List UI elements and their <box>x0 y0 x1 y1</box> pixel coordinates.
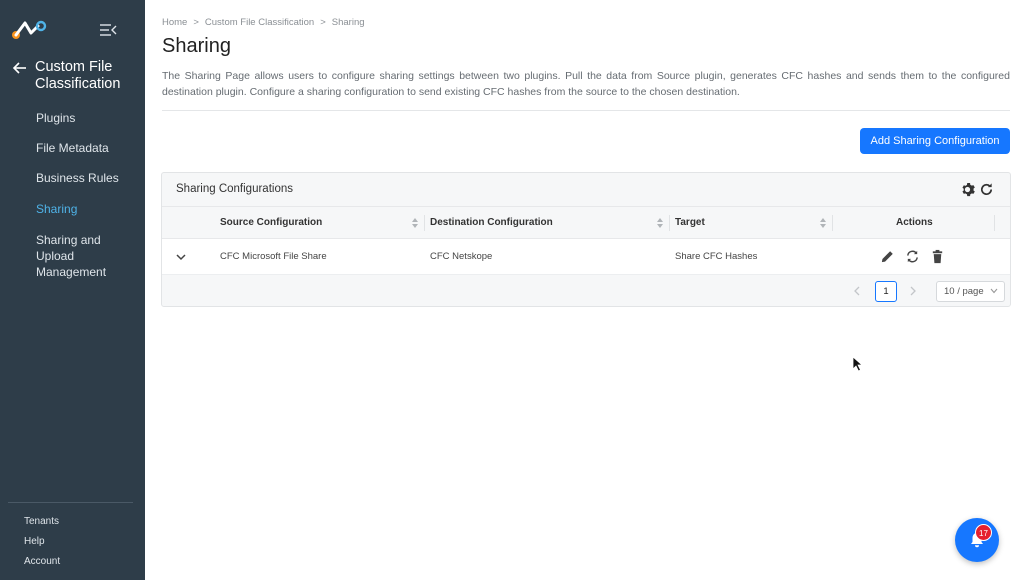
column-separator <box>669 215 670 231</box>
sidebar-item-account[interactable]: Account <box>24 556 60 567</box>
logo-icon[interactable] <box>11 18 47 42</box>
sidebar-item-sharing-upload-management[interactable]: Sharing and Upload Management <box>0 232 145 280</box>
table-row: CFC Microsoft File Share CFC Netskope Sh… <box>162 239 1010 275</box>
sidebar-item-plugins[interactable]: Plugins <box>0 110 75 126</box>
cell-source: CFC Microsoft File Share <box>220 251 327 262</box>
column-separator <box>994 215 995 231</box>
refresh-icon[interactable] <box>979 182 994 197</box>
add-sharing-configuration-button[interactable]: Add Sharing Configuration <box>860 128 1010 154</box>
breadcrumb-sharing: Sharing <box>331 17 365 28</box>
chevron-down-icon <box>990 288 998 294</box>
sort-icon[interactable] <box>411 217 419 229</box>
page-size-value: 10 / page <box>944 286 984 297</box>
notification-count-badge: 17 <box>975 524 992 541</box>
sidebar-item-sharing[interactable]: Sharing <box>0 201 77 217</box>
sidebar-item-tenants[interactable]: Tenants <box>24 516 59 527</box>
page-number-button[interactable]: 1 <box>875 281 897 302</box>
sharing-configurations-card: Sharing Configurations Source Configurat… <box>161 172 1011 307</box>
sidebar: Custom File Classification Plugins File … <box>0 0 145 580</box>
notifications-button[interactable] <box>955 518 999 562</box>
breadcrumb-custom-file-classification[interactable]: Custom File Classification <box>205 17 314 28</box>
gear-icon[interactable] <box>960 182 975 197</box>
column-separator <box>424 215 425 231</box>
sidebar-divider <box>8 502 133 503</box>
page-title: Sharing <box>162 35 231 57</box>
chevron-down-icon[interactable] <box>175 251 187 263</box>
table-header: Source Configuration Destination Configu… <box>162 206 1010 239</box>
column-header-destination[interactable]: Destination Configuration <box>430 217 553 228</box>
sync-icon[interactable] <box>905 249 920 264</box>
main-content: Home > Custom File Classification > Sharing … <box>145 0 1024 580</box>
sidebar-item-help[interactable]: Help <box>24 536 45 547</box>
page-description: The Sharing Page allows users to configu… <box>162 70 1010 98</box>
column-header-target[interactable]: Target <box>675 217 705 228</box>
mouse-cursor-icon <box>852 356 863 372</box>
cell-destination: CFC Netskope <box>430 251 493 262</box>
chevron-right-icon[interactable] <box>908 285 918 297</box>
breadcrumb: Home > Custom File Classification > Sharing <box>162 17 365 28</box>
pagination: 1 10 / page <box>162 275 1010 307</box>
breadcrumb-home[interactable]: Home <box>162 17 187 28</box>
divider <box>162 110 1010 111</box>
card-title: Sharing Configurations <box>176 183 293 195</box>
sort-icon[interactable] <box>819 217 827 229</box>
breadcrumb-separator: > <box>320 17 326 28</box>
breadcrumb-separator: > <box>193 17 199 28</box>
column-header-source[interactable]: Source Configuration <box>220 217 322 228</box>
column-header-actions: Actions <box>896 217 933 228</box>
chevron-left-icon[interactable] <box>852 285 862 297</box>
trash-icon[interactable] <box>930 249 945 264</box>
arrow-left-icon <box>12 62 26 74</box>
menu-collapse-icon[interactable] <box>99 22 117 38</box>
sidebar-item-file-metadata[interactable]: File Metadata <box>0 140 109 156</box>
cell-target: Share CFC Hashes <box>675 251 758 262</box>
sort-icon[interactable] <box>656 217 664 229</box>
card-toolbar <box>956 182 996 198</box>
sidebar-item-business-rules[interactable]: Business Rules <box>0 170 119 186</box>
app-title: Custom File Classification <box>35 59 121 92</box>
column-separator <box>832 215 833 231</box>
page-size-select[interactable]: 10 / page <box>936 281 1005 302</box>
pencil-icon[interactable] <box>880 249 895 264</box>
